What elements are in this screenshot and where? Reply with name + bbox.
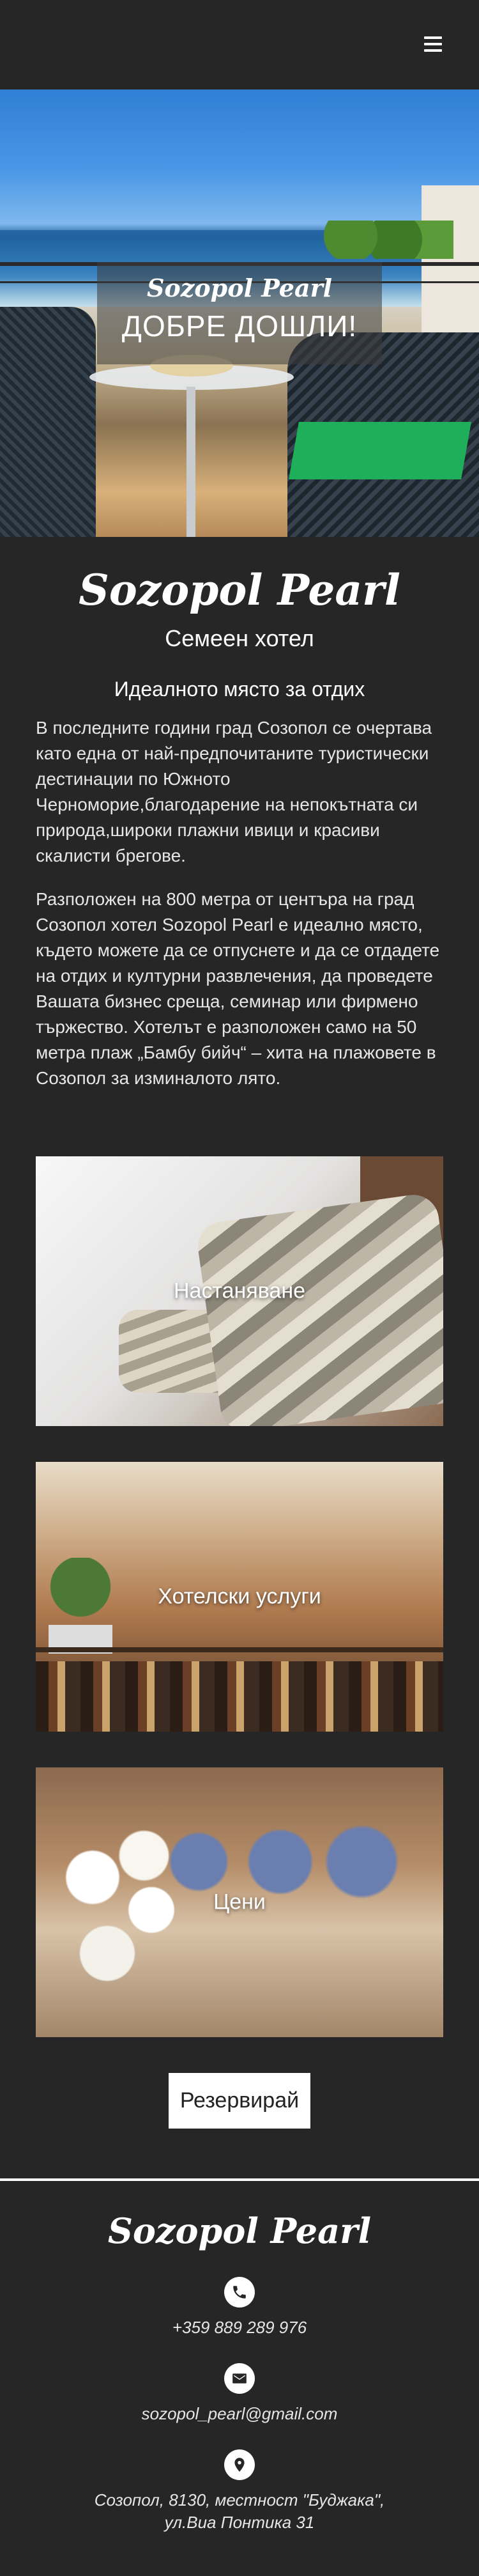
- reserve-button[interactable]: Резервирай: [168, 2073, 311, 2129]
- hero-welcome-text: ДОБРЕ ДОШЛИ!: [121, 309, 358, 343]
- address-line-1: Созопол, 8130, местност "Буджака",: [94, 2490, 385, 2510]
- intro-paragraph: Разположен на 800 метра от центъра на гр…: [36, 889, 440, 1088]
- card-label: Цени: [213, 1889, 266, 1914]
- hero-chair-left: [0, 307, 96, 537]
- footer: Sozopol Pearl +359 889 289 976 sozopol_p…: [0, 2181, 479, 2533]
- card-image-pillow: [194, 1191, 443, 1426]
- hero-building: [422, 185, 479, 352]
- address-line-2: ул.Виа Понтика 31: [164, 2513, 315, 2532]
- hero-brand: Sozopol Pearl: [146, 274, 333, 302]
- card-accommodation[interactable]: Настаняване: [36, 1156, 443, 1426]
- card-prices[interactable]: Цени: [36, 1767, 443, 2037]
- intro-tagline: Идеалното място за отдих: [114, 678, 365, 701]
- footer-brand: Sozopol Pearl: [107, 2210, 372, 2251]
- contact-address: Созопол, 8130, местност "Буджака", ул.Ви…: [0, 2449, 479, 2533]
- intro-section: Sozopol Pearl Семеен хотел Идеалното мяс…: [0, 537, 479, 1091]
- feature-cards: Настаняване Хотелски услуги Цени: [0, 1109, 479, 2037]
- intro-paragraph: В последните години град Созопол се очер…: [36, 718, 432, 865]
- phone-icon: [224, 2277, 255, 2308]
- card-image-orchid: [49, 1812, 195, 2029]
- hero-cushion: [289, 422, 471, 479]
- card-label: Настаняване: [173, 1278, 306, 1303]
- reserve-section: Резервирай: [0, 2073, 479, 2178]
- hero-welcome-box: Sozopol Pearl ДОБРЕ ДОШЛИ!: [97, 262, 382, 364]
- contact-phone: +359 889 289 976: [0, 2277, 479, 2338]
- hero-plants: [307, 221, 453, 259]
- intro-subtitle: Семеен хотел: [165, 625, 314, 651]
- hamburger-menu-icon[interactable]: [424, 36, 442, 52]
- phone-number[interactable]: +359 889 289 976: [0, 2318, 479, 2338]
- hero-table-leg: [186, 387, 195, 537]
- card-label: Хотелски услуги: [158, 1584, 321, 1609]
- email-icon: [224, 2363, 255, 2394]
- card-image-shelf: [36, 1647, 443, 1652]
- top-navbar: [0, 0, 479, 89]
- card-hotel-services[interactable]: Хотелски услуги: [36, 1462, 443, 1732]
- card-image-wine-bottles: [36, 1661, 443, 1732]
- hero-banner: Sozopol Pearl ДОБРЕ ДОШЛИ!: [0, 89, 479, 537]
- contact-email: sozopol_pearl@gmail.com: [0, 2363, 479, 2424]
- intro-brand: Sozopol Pearl: [79, 565, 400, 615]
- email-address[interactable]: sozopol_pearl@gmail.com: [0, 2404, 479, 2424]
- location-pin-icon: [224, 2449, 255, 2480]
